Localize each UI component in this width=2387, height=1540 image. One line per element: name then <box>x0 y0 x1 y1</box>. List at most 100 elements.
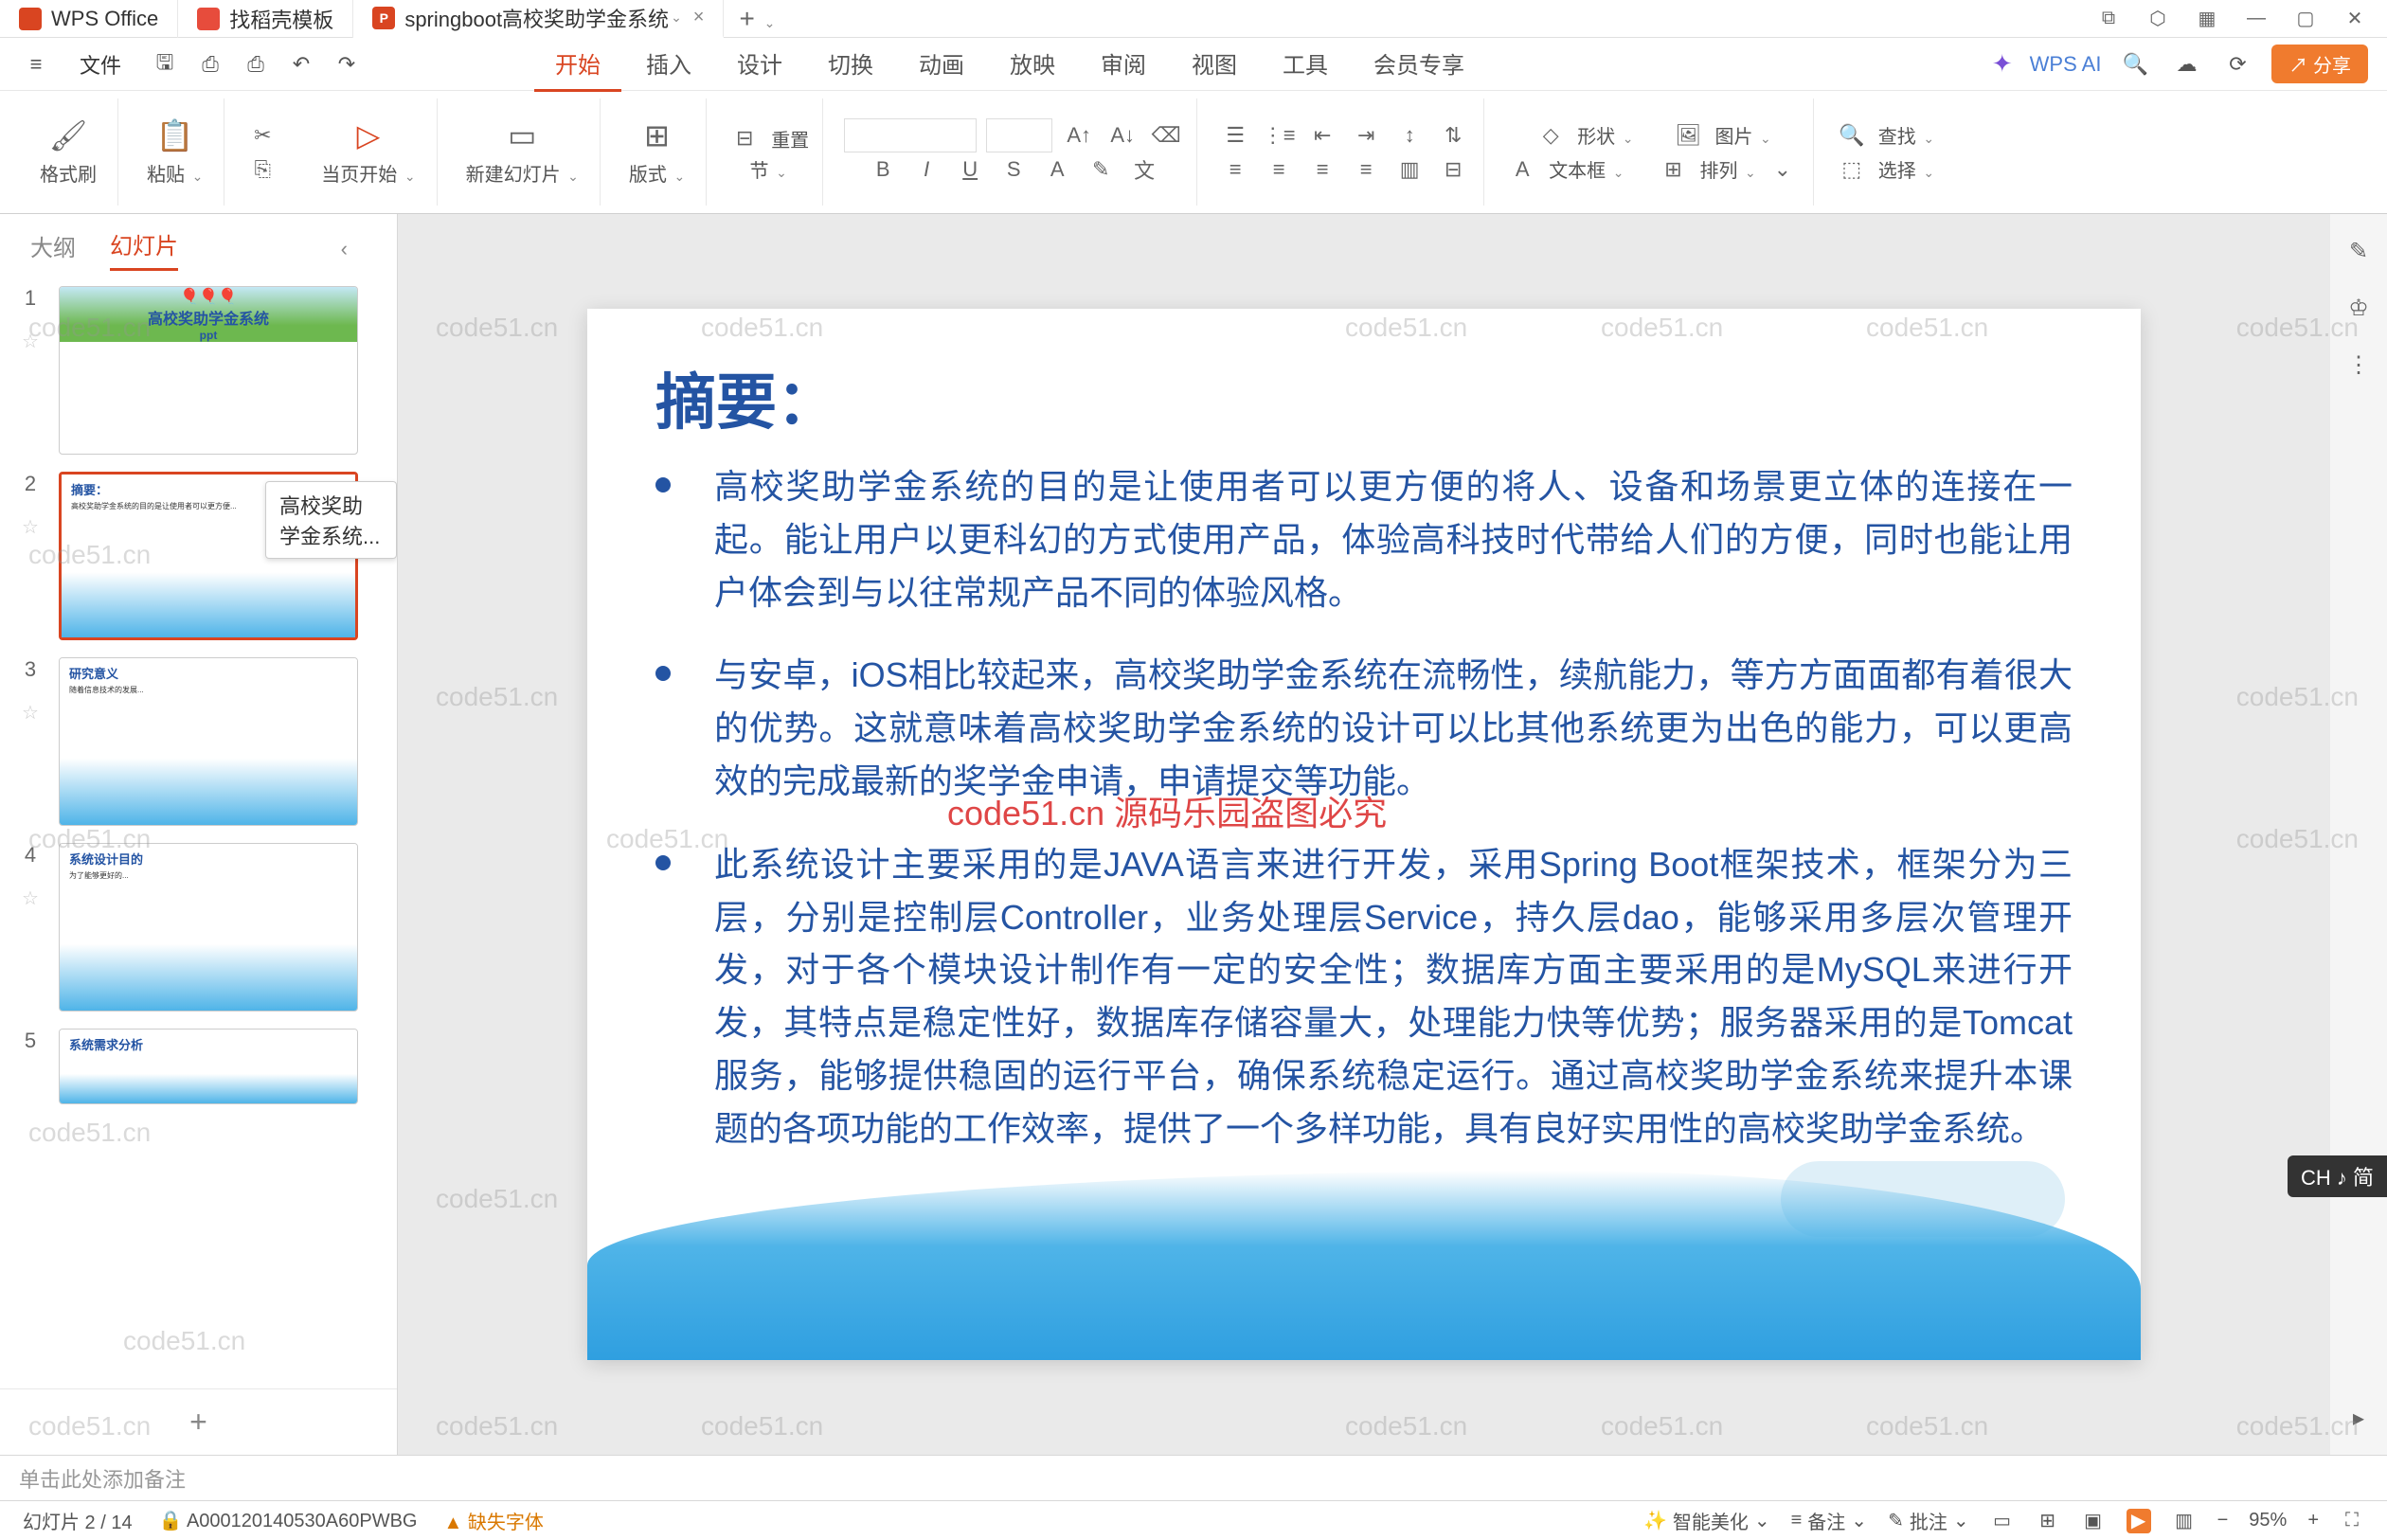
slide-body[interactable]: 高校奖助学金系统的目的是让使用者可以更方便的将人、设备和场景更立体的连接在一起。… <box>587 460 2141 1155</box>
zoom-in-button[interactable]: + <box>2307 1510 2319 1531</box>
paste-button[interactable]: 📋粘贴 ⌄ <box>139 114 210 190</box>
star-icon[interactable]: ☆ <box>22 886 39 910</box>
avatar-icon[interactable]: ▦ <box>2194 6 2220 32</box>
tab-insert[interactable]: 插入 <box>625 37 712 92</box>
sorter-view-icon[interactable]: ⊞ <box>2036 1509 2060 1533</box>
slide-thumbnail-5[interactable]: 系统需求分析 <box>59 1029 358 1104</box>
tab-document[interactable]: P springboot高校奖助学金系统 ⌄ × <box>353 0 724 38</box>
undo-icon[interactable]: ↶ <box>284 47 318 81</box>
tab-view[interactable]: 视图 <box>1171 37 1258 92</box>
slideshow-play-icon[interactable]: ▶ <box>2127 1509 2151 1533</box>
add-slide-button[interactable]: + <box>0 1388 397 1455</box>
pencil-tool-icon[interactable]: ✎ <box>2341 233 2377 269</box>
slide-title[interactable]: 摘要： <box>587 309 2141 460</box>
slide-thumbnail-3[interactable]: 研究意义随着信息技术的发展... <box>59 657 358 826</box>
zoom-level[interactable]: 95% <box>2249 1510 2287 1531</box>
align-right-icon[interactable]: ≡ <box>1305 152 1339 187</box>
textbox-button[interactable]: 文本框 ⌄ <box>1549 155 1624 183</box>
export-icon[interactable]: ⎙ <box>193 47 227 81</box>
reading-view-icon[interactable]: ▣ <box>2081 1509 2106 1533</box>
outline-tab[interactable]: 大纲 <box>30 229 76 270</box>
cube-icon[interactable]: ⬡ <box>2145 6 2171 32</box>
slide-thumbnail-1[interactable]: 🎈🎈🎈 高校奖助学金系统 ppt <box>59 286 358 455</box>
columns-icon[interactable]: ▥ <box>1392 152 1427 187</box>
tab-wps-office[interactable]: WPS Office <box>0 0 178 38</box>
tab-review[interactable]: 审阅 <box>1080 37 1167 92</box>
notes-toggle[interactable]: ≡ 备注 ⌄ <box>1791 1507 1867 1534</box>
minimize-button[interactable]: — <box>2243 6 2270 32</box>
align-center-icon[interactable]: ≡ <box>1262 152 1296 187</box>
align-justify-icon[interactable]: ≡ <box>1349 152 1383 187</box>
bold-icon[interactable]: B <box>866 152 900 187</box>
tab-slideshow[interactable]: 放映 <box>989 37 1076 92</box>
line-spacing-icon[interactable]: ↕ <box>1392 118 1427 152</box>
reset-button[interactable]: 重置 <box>771 125 809 152</box>
slide-canvas[interactable]: 摘要： 高校奖助学金系统的目的是让使用者可以更方便的将人、设备和场景更立体的连接… <box>398 214 2330 1455</box>
history-icon[interactable]: ⟳ <box>2220 47 2254 81</box>
file-menu[interactable]: 文件 <box>64 49 136 80</box>
numbering-icon[interactable]: ⋮≡ <box>1262 118 1296 152</box>
bullets-icon[interactable]: ☰ <box>1218 118 1252 152</box>
font-size-select[interactable] <box>986 118 1052 152</box>
search-icon[interactable]: 🔍 <box>2118 47 2152 81</box>
indent-dec-icon[interactable]: ⇤ <box>1305 118 1339 152</box>
share-button[interactable]: ↗ 分享 <box>2271 45 2368 83</box>
indent-inc-icon[interactable]: ⇥ <box>1349 118 1383 152</box>
fit-screen-icon[interactable]: ⛶ <box>2340 1509 2364 1533</box>
new-slide-button[interactable]: ▭新建幻灯片 ⌄ <box>458 114 586 190</box>
slide-list[interactable]: 1☆ 🎈🎈🎈 高校奖助学金系统 ppt 高校奖助学金系统... 2☆ 摘要：高校… <box>0 271 397 1388</box>
current-slide[interactable]: 摘要： 高校奖助学金系统的目的是让使用者可以更方便的将人、设备和场景更立体的连接… <box>587 309 2141 1360</box>
increase-font-icon[interactable]: A↑ <box>1062 118 1096 152</box>
tab-member[interactable]: 会员专享 <box>1353 37 1485 92</box>
save-icon[interactable]: 🖫 <box>148 47 182 81</box>
select-button[interactable]: 选择 ⌄ <box>1878 155 1934 183</box>
cloud-upload-icon[interactable]: ☁ <box>2169 47 2203 81</box>
missing-font-warning[interactable]: ▲ 缺失字体 <box>443 1507 543 1534</box>
font-color-icon[interactable]: A <box>1040 152 1074 187</box>
redo-icon[interactable]: ↷ <box>330 47 364 81</box>
crown-icon[interactable]: ♔ <box>2341 290 2377 326</box>
tab-tools[interactable]: 工具 <box>1262 37 1349 92</box>
copy-icon[interactable]: ⎘ <box>245 152 279 187</box>
align-left-icon[interactable]: ≡ <box>1218 152 1252 187</box>
add-tab-button[interactable]: + ⌄ <box>724 4 790 34</box>
collapse-panel-icon[interactable]: ‹ <box>341 237 348 261</box>
slides-tab[interactable]: 幻灯片 <box>110 227 178 271</box>
wps-ai-button[interactable]: WPS AI <box>2030 52 2102 77</box>
review-toggle[interactable]: ✎ 批注 ⌄ <box>1888 1507 1969 1534</box>
zoom-out-button[interactable]: − <box>2217 1510 2229 1531</box>
section-button[interactable]: 节 ⌄ <box>750 155 787 183</box>
layout-view-icon[interactable]: ▥ <box>2172 1509 2197 1533</box>
ime-indicator[interactable]: CH ♪ 简 <box>2288 1155 2387 1197</box>
more-icon[interactable]: ⌄ <box>1766 152 1800 187</box>
italic-icon[interactable]: I <box>909 152 943 187</box>
close-tab-icon[interactable]: × <box>693 7 705 28</box>
picture-button[interactable]: 图片 ⌄ <box>1714 121 1770 149</box>
format-brush-button[interactable]: 🖌格式刷 <box>32 114 104 190</box>
maximize-button[interactable]: ▢ <box>2292 6 2319 32</box>
arrange-button[interactable]: 排列 ⌄ <box>1699 155 1755 183</box>
tab-dropdown-icon[interactable]: ⌄ <box>671 9 682 26</box>
tab-transition[interactable]: 切换 <box>807 37 894 92</box>
slide-thumbnail-4[interactable]: 系统设计目的为了能够更好的... <box>59 843 358 1012</box>
underline-icon[interactable]: U <box>953 152 987 187</box>
layout-button[interactable]: ⊞版式 ⌄ <box>621 114 692 190</box>
print-icon[interactable]: ⎙ <box>239 47 273 81</box>
vertical-align-icon[interactable]: ⊟ <box>1436 152 1470 187</box>
normal-view-icon[interactable]: ▭ <box>1990 1509 2015 1533</box>
beautify-button[interactable]: ✨ 智能美化 ⌄ <box>1643 1507 1770 1534</box>
tab-templates[interactable]: 找稻壳模板 <box>178 0 353 38</box>
more-tools-icon[interactable]: ⋮ <box>2341 347 2377 383</box>
star-icon[interactable]: ☆ <box>22 330 39 353</box>
tab-animation[interactable]: 动画 <box>898 37 985 92</box>
clear-format-icon[interactable]: ⌫ <box>1149 118 1183 152</box>
font-select[interactable] <box>844 118 977 152</box>
font-effects-icon[interactable]: 文 <box>1127 152 1161 187</box>
notes-bar[interactable]: 单击此处添加备注 <box>0 1455 2387 1500</box>
tab-start[interactable]: 开始 <box>534 37 621 92</box>
hamburger-icon[interactable]: ≡ <box>19 47 53 81</box>
decrease-font-icon[interactable]: A↓ <box>1105 118 1140 152</box>
highlight-icon[interactable]: ✎ <box>1084 152 1118 187</box>
cut-icon[interactable]: ✂ <box>245 118 279 152</box>
find-button[interactable]: 查找 ⌄ <box>1878 121 1934 149</box>
